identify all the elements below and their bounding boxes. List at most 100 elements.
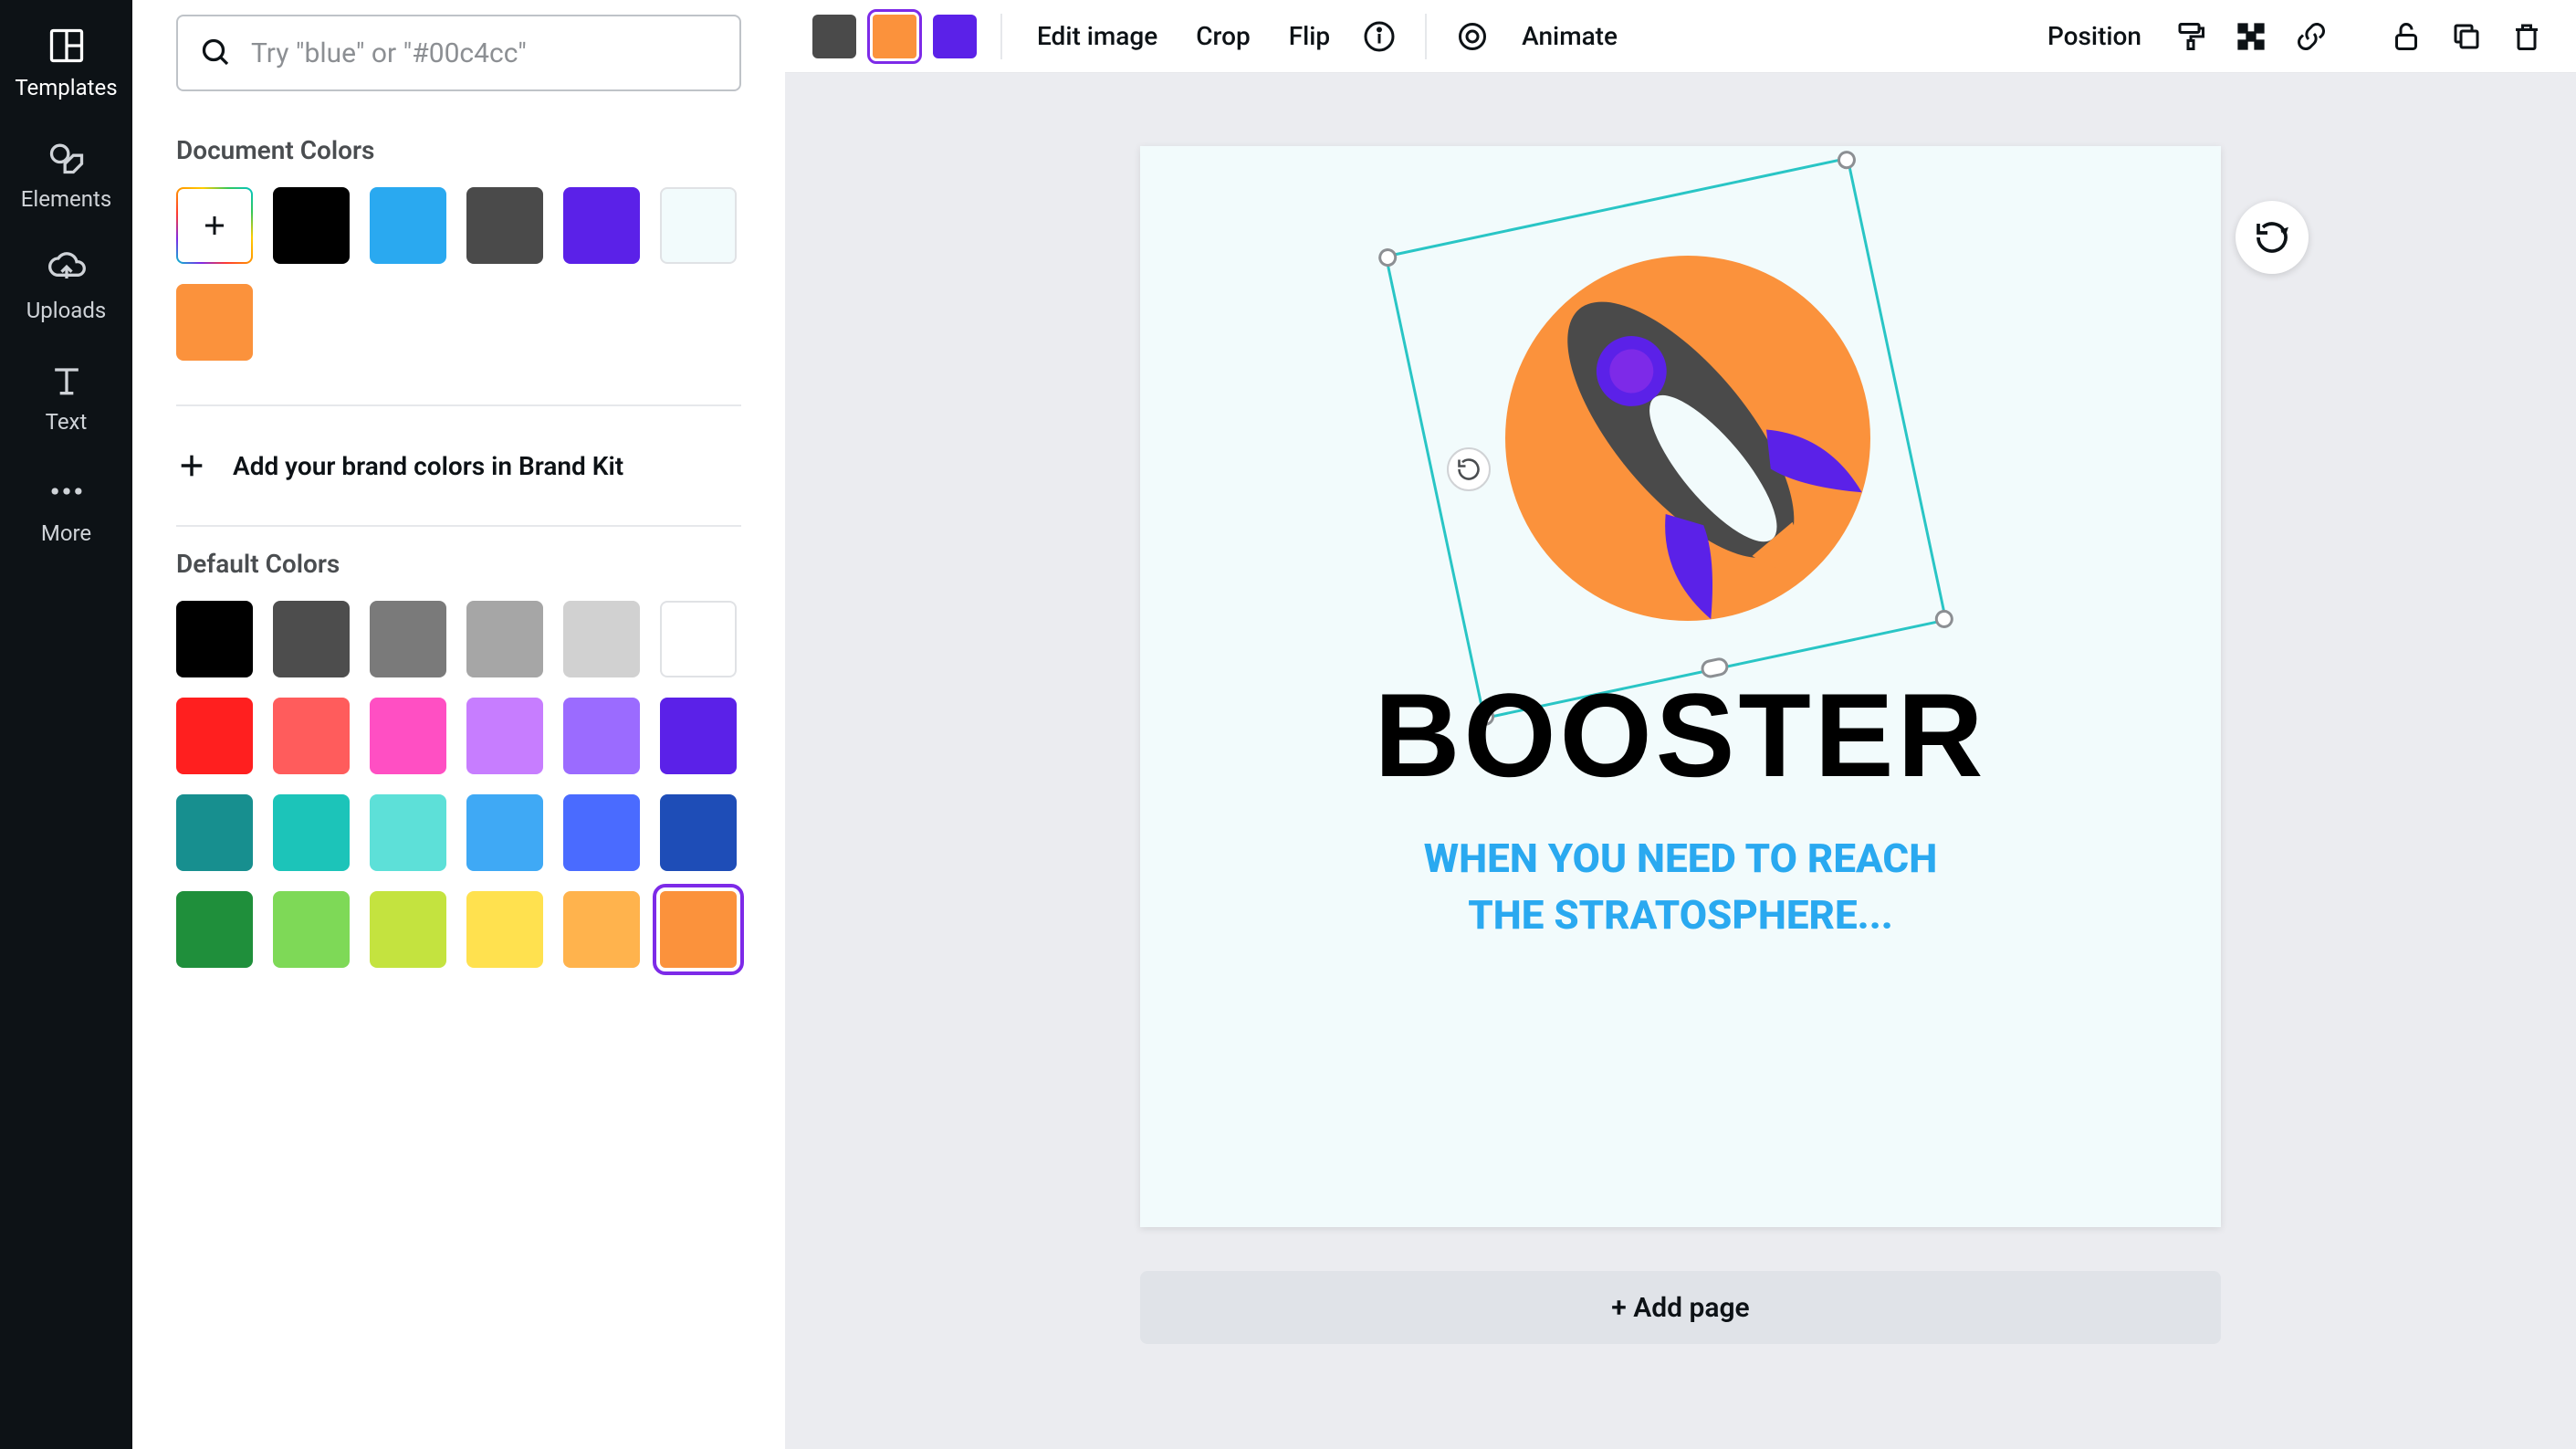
rail-elements[interactable]: Elements — [0, 119, 132, 230]
tb-swatch-1[interactable] — [873, 15, 916, 58]
transparency-button[interactable] — [2229, 15, 2273, 58]
transparency-icon — [2235, 20, 2267, 53]
default-color-8[interactable] — [370, 698, 446, 774]
rail-uploads[interactable]: Uploads — [0, 230, 132, 341]
elements-icon — [47, 137, 87, 177]
logo-subtitle-line1: WHEN YOU NEED TO REACH — [1424, 835, 1937, 882]
editor-area: Edit image Crop Flip Animate Position — [785, 0, 2576, 1449]
lock-button[interactable] — [2384, 15, 2428, 58]
color-search-input[interactable] — [251, 37, 717, 69]
default-color-20[interactable] — [370, 891, 446, 968]
default-color-15[interactable] — [466, 794, 543, 871]
more-icon — [47, 471, 87, 511]
default-color-3[interactable] — [466, 601, 543, 677]
rail-more[interactable]: More — [0, 453, 132, 564]
trash-icon — [2510, 20, 2543, 53]
brand-kit-button[interactable]: Add your brand colors in Brand Kit — [176, 450, 741, 481]
tb-swatch-0[interactable] — [812, 15, 856, 58]
default-color-22[interactable] — [563, 891, 640, 968]
default-color-21[interactable] — [466, 891, 543, 968]
default-colors-title: Default Colors — [176, 549, 741, 579]
doc-color-5[interactable] — [176, 284, 253, 361]
selection-box[interactable] — [1385, 157, 1948, 720]
resize-handle-br[interactable] — [1933, 608, 1955, 630]
refresh-icon — [2254, 219, 2290, 256]
regenerate-button[interactable] — [2236, 201, 2309, 274]
duplicate-button[interactable] — [2445, 15, 2488, 58]
logo-subtitle-line2: THE STRATOSPHERE... — [1468, 891, 1893, 939]
brand-kit-label: Add your brand colors in Brand Kit — [233, 451, 623, 481]
left-rail: Templates Elements Uploads Text More — [0, 0, 132, 1449]
uploads-icon — [47, 248, 87, 289]
add-page-label: + Add page — [1611, 1292, 1749, 1324]
default-color-0[interactable] — [176, 601, 253, 677]
canvas-area: BOOSTER WHEN YOU NEED TO REACH THE STRAT… — [785, 73, 2576, 1449]
context-toolbar: Edit image Crop Flip Animate Position — [785, 0, 2576, 73]
text-icon — [47, 360, 87, 400]
rotate-icon — [1456, 457, 1482, 482]
link-button[interactable] — [2289, 15, 2333, 58]
rail-templates[interactable]: Templates — [0, 7, 132, 119]
document-colors-title: Document Colors — [176, 135, 741, 165]
default-color-16[interactable] — [563, 794, 640, 871]
search-icon — [200, 37, 233, 69]
design-canvas[interactable]: BOOSTER WHEN YOU NEED TO REACH THE STRAT… — [1140, 146, 2221, 1227]
animate-icon-button[interactable] — [1450, 15, 1494, 58]
copy-style-button[interactable] — [2169, 15, 2213, 58]
doc-color-2[interactable] — [466, 187, 543, 264]
default-color-18[interactable] — [176, 891, 253, 968]
rail-more-label: More — [41, 520, 91, 546]
rail-uploads-label: Uploads — [26, 298, 107, 323]
position-button[interactable]: Position — [2037, 12, 2152, 60]
edit-image-button[interactable]: Edit image — [1026, 12, 1168, 60]
separator — [1425, 14, 1427, 59]
default-color-1[interactable] — [273, 601, 350, 677]
resize-handle-tr[interactable] — [1836, 149, 1858, 171]
default-color-17[interactable] — [660, 794, 737, 871]
doc-color-3[interactable] — [563, 187, 640, 264]
doc-color-1[interactable] — [370, 187, 446, 264]
rail-text-label: Text — [46, 409, 88, 435]
logo-subtitle[interactable]: WHEN YOU NEED TO REACH THE STRATOSPHERE.… — [1140, 831, 2221, 943]
animate-icon — [1456, 20, 1489, 53]
default-color-5[interactable] — [660, 601, 737, 677]
default-color-11[interactable] — [660, 698, 737, 774]
delete-button[interactable] — [2505, 15, 2549, 58]
link-icon — [2295, 20, 2328, 53]
default-color-4[interactable] — [563, 601, 640, 677]
default-color-12[interactable] — [176, 794, 253, 871]
rotate-handle[interactable] — [1447, 447, 1491, 491]
logo-title[interactable]: BOOSTER — [1140, 667, 2221, 803]
default-color-13[interactable] — [273, 794, 350, 871]
tb-swatch-2[interactable] — [933, 15, 977, 58]
rail-text[interactable]: Text — [0, 341, 132, 453]
flip-button[interactable]: Flip — [1278, 12, 1341, 60]
info-icon — [1363, 20, 1396, 53]
default-color-9[interactable] — [466, 698, 543, 774]
animate-button[interactable]: Animate — [1511, 12, 1628, 60]
rail-elements-label: Elements — [21, 186, 111, 212]
rail-templates-label: Templates — [15, 75, 117, 100]
add-color-swatch[interactable] — [176, 187, 253, 264]
resize-handle-tl[interactable] — [1377, 247, 1398, 268]
default-color-23[interactable] — [660, 891, 737, 968]
default-color-19[interactable] — [273, 891, 350, 968]
crop-button[interactable]: Crop — [1185, 12, 1261, 60]
default-color-7[interactable] — [273, 698, 350, 774]
color-search[interactable] — [176, 15, 741, 91]
add-page-button[interactable]: + Add page — [1140, 1271, 2221, 1344]
default-color-10[interactable] — [563, 698, 640, 774]
default-color-2[interactable] — [370, 601, 446, 677]
plus-icon — [201, 212, 228, 239]
default-color-14[interactable] — [370, 794, 446, 871]
doc-color-0[interactable] — [273, 187, 350, 264]
color-panel: Document Colors Add your brand colors in… — [132, 0, 785, 1449]
duplicate-icon — [2450, 20, 2483, 53]
plus-icon — [176, 450, 207, 481]
default-colors-grid — [176, 601, 741, 968]
info-button[interactable] — [1357, 15, 1401, 58]
default-color-6[interactable] — [176, 698, 253, 774]
templates-icon — [47, 26, 87, 66]
divider — [176, 525, 741, 527]
doc-color-4[interactable] — [660, 187, 737, 264]
